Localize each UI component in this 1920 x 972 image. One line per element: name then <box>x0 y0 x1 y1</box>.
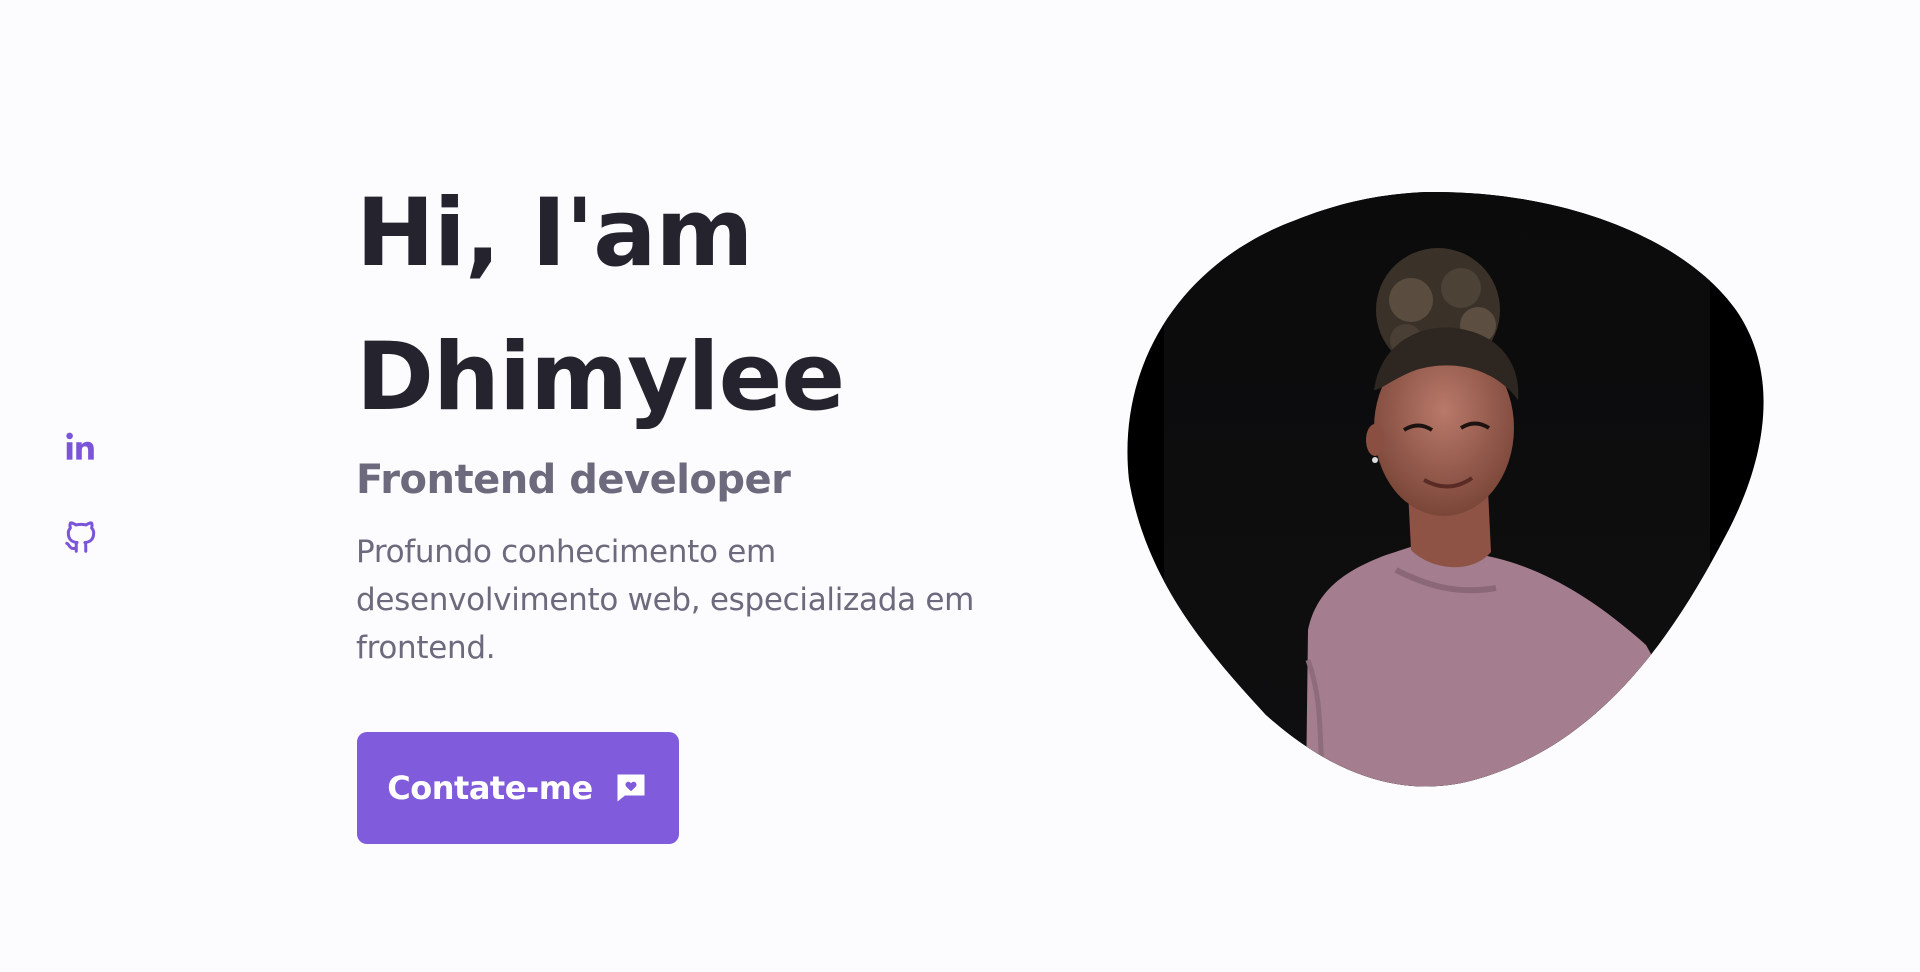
hero-text: Hi, I'am Dhimylee Frontend developer Pro… <box>356 162 1036 672</box>
home-section: Hi, I'am Dhimylee Frontend developer Pro… <box>0 0 1920 972</box>
hero-title: Hi, I'am Dhimylee <box>356 162 1036 450</box>
profile-photo <box>1127 191 1764 787</box>
hero-subtitle: Frontend developer <box>356 457 791 503</box>
linkedin-link[interactable] <box>62 428 100 466</box>
contact-button[interactable]: Contate-me <box>357 732 679 844</box>
contact-button-label: Contate-me <box>387 769 593 807</box>
linkedin-icon <box>66 432 94 460</box>
github-icon <box>65 521 96 553</box>
hero-title-name: Dhimylee <box>356 323 845 432</box>
hero-description: Profundo conhecimento em desenvolvimento… <box>356 534 975 666</box>
social-links <box>62 428 100 556</box>
profile-photo-blob <box>1126 190 1768 788</box>
message-heart-icon <box>617 774 645 802</box>
hero-title-greeting: Hi, I'am <box>356 179 753 288</box>
github-link[interactable] <box>62 518 100 556</box>
